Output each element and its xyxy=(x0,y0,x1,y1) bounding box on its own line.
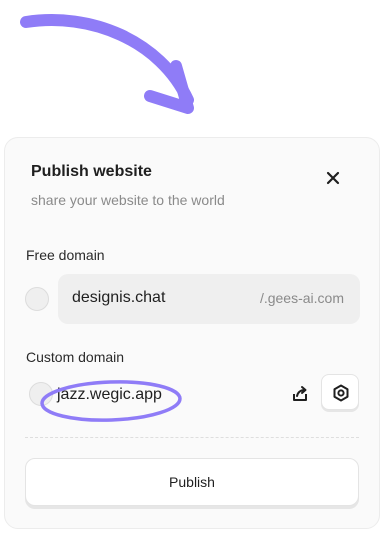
free-domain-field[interactable]: designis.chat /.gees-ai.com xyxy=(58,274,360,324)
free-domain-radio[interactable] xyxy=(25,287,49,311)
custom-domain-radio[interactable] xyxy=(29,382,53,406)
stage: Publish website share your website to th… xyxy=(0,0,384,534)
free-domain-suffix: /.gees-ai.com xyxy=(259,290,344,306)
custom-domain-value[interactable]: jazz.wegic.app xyxy=(57,386,162,404)
share-icon xyxy=(293,386,307,401)
dialog-subtitle: share your website to the world xyxy=(31,192,225,208)
dialog-title: Publish website xyxy=(31,163,152,180)
divider xyxy=(25,437,359,438)
custom-domain-label: Custom domain xyxy=(26,349,125,365)
close-button[interactable] xyxy=(321,166,345,190)
annotation-arrow-icon xyxy=(20,14,194,114)
publish-button[interactable]: Publish xyxy=(25,458,359,506)
free-domain-label: Free domain xyxy=(26,247,105,263)
domain-settings-button[interactable] xyxy=(321,374,359,410)
close-icon xyxy=(326,171,340,185)
publish-dialog: Publish website share your website to th… xyxy=(4,137,380,529)
settings-icon xyxy=(333,384,349,402)
share-button[interactable] xyxy=(289,383,311,405)
free-domain-name: designis.chat xyxy=(72,289,166,306)
